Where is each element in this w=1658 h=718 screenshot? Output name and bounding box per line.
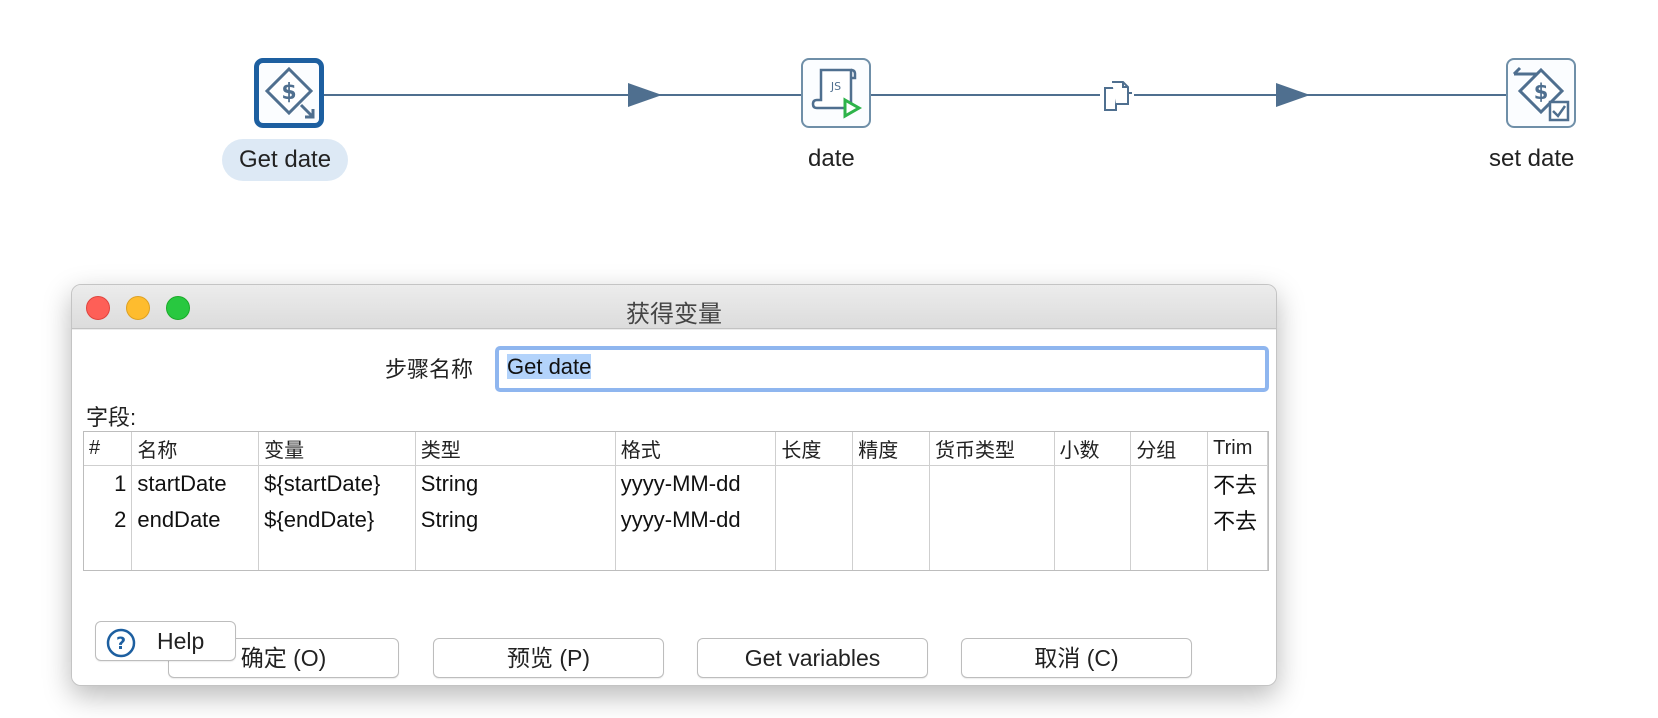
column-header[interactable]: 变量 [258, 432, 416, 466]
get-variables-icon: $ [264, 66, 315, 119]
column-header[interactable]: # [84, 432, 133, 466]
column-header[interactable]: Trim [1207, 432, 1268, 466]
column-header[interactable]: 类型 [415, 432, 616, 466]
table-cell[interactable] [929, 465, 1055, 502]
table-cell[interactable]: ${endDate} [258, 502, 416, 538]
table-row[interactable]: 2 endDate ${endDate} String yyyy-MM-dd 不… [84, 502, 1268, 538]
table-cell[interactable] [1130, 465, 1209, 502]
table-cell[interactable] [852, 502, 931, 538]
table-cell[interactable]: 不去 [1207, 502, 1268, 538]
table-cell[interactable] [1130, 502, 1209, 538]
step-name-input[interactable]: Get date [495, 346, 1269, 392]
help-button[interactable]: ? Help [95, 621, 236, 661]
table-cell[interactable]: 2 [84, 502, 133, 538]
column-header[interactable]: 货币类型 [929, 432, 1055, 466]
hop-date-to-set-date[interactable] [866, 94, 1508, 96]
svg-text:$: $ [281, 80, 296, 105]
step-label-set-date[interactable]: set date [1489, 145, 1574, 173]
table-cell[interactable]: endDate [131, 502, 260, 538]
step-name-value: Get date [507, 354, 592, 379]
copy-rows-icon [1100, 79, 1134, 113]
table-cell[interactable]: String [415, 465, 616, 502]
column-header[interactable]: 精度 [852, 432, 931, 466]
step-date[interactable]: JS [801, 58, 871, 128]
javascript-script-icon: JS [811, 68, 863, 119]
svg-text:?: ? [116, 634, 126, 654]
get-variables-dialog: 获得变量 步骤名称 Get date 字段: # 名称 变量 类型 格式 长度 … [71, 284, 1277, 686]
column-header[interactable]: 分组 [1130, 432, 1209, 466]
help-label: Help [157, 628, 205, 654]
step-label-get-date[interactable]: Get date [222, 139, 349, 181]
fields-table[interactable]: # 名称 变量 类型 格式 长度 精度 货币类型 小数 分组 Trim 1 st… [83, 431, 1269, 571]
step-set-date[interactable]: $ [1506, 58, 1576, 128]
table-cell[interactable]: String [415, 502, 616, 538]
svg-text:JS: JS [830, 80, 841, 93]
table-cell[interactable]: ${startDate} [258, 465, 416, 502]
hop-get-date-to-date[interactable] [321, 94, 802, 96]
table-cell[interactable] [775, 502, 854, 538]
hop-arrow-icon [1276, 83, 1310, 107]
get-variables-button[interactable]: Get variables [697, 638, 928, 678]
step-get-date[interactable]: $ [254, 58, 324, 128]
column-header[interactable]: 名称 [131, 432, 260, 466]
table-cell[interactable]: startDate [131, 465, 260, 502]
table-empty-row[interactable] [84, 538, 1268, 570]
column-header[interactable]: 小数 [1054, 432, 1132, 466]
fields-label: 字段: [86, 405, 137, 430]
preview-button[interactable]: 预览 (P) [433, 638, 664, 678]
table-cell[interactable]: yyyy-MM-dd [615, 465, 777, 502]
table-cell[interactable]: yyyy-MM-dd [615, 502, 777, 538]
table-cell[interactable] [1054, 465, 1132, 502]
hop-arrow-icon [628, 83, 662, 107]
table-row[interactable]: 1 startDate ${startDate} String yyyy-MM-… [84, 465, 1268, 502]
table-cell[interactable]: 1 [84, 465, 133, 502]
transformation-canvas[interactable]: $ Get date JS date $ set date [0, 0, 1658, 260]
dialog-body: 步骤名称 Get date 字段: # 名称 变量 类型 格式 长度 精度 货币… [72, 330, 1276, 685]
dialog-titlebar[interactable]: 获得变量 [72, 285, 1276, 329]
table-cell[interactable] [775, 465, 854, 502]
set-variables-icon: $ [1512, 66, 1570, 122]
step-name-label: 步骤名称 [385, 357, 474, 382]
dialog-title: 获得变量 [626, 301, 722, 328]
cancel-button[interactable]: 取消 (C) [961, 638, 1192, 678]
help-icon: ? [106, 628, 136, 658]
table-cell[interactable] [1054, 502, 1132, 538]
column-header[interactable]: 长度 [775, 432, 854, 466]
table-cell[interactable] [929, 502, 1055, 538]
table-header-row: # 名称 变量 类型 格式 长度 精度 货币类型 小数 分组 Trim [84, 432, 1268, 466]
table-cell[interactable] [852, 465, 931, 502]
column-header[interactable]: 格式 [615, 432, 777, 466]
step-label-date[interactable]: date [808, 145, 855, 173]
table-cell[interactable]: 不去 [1207, 465, 1268, 502]
svg-text:$: $ [1534, 80, 1549, 104]
